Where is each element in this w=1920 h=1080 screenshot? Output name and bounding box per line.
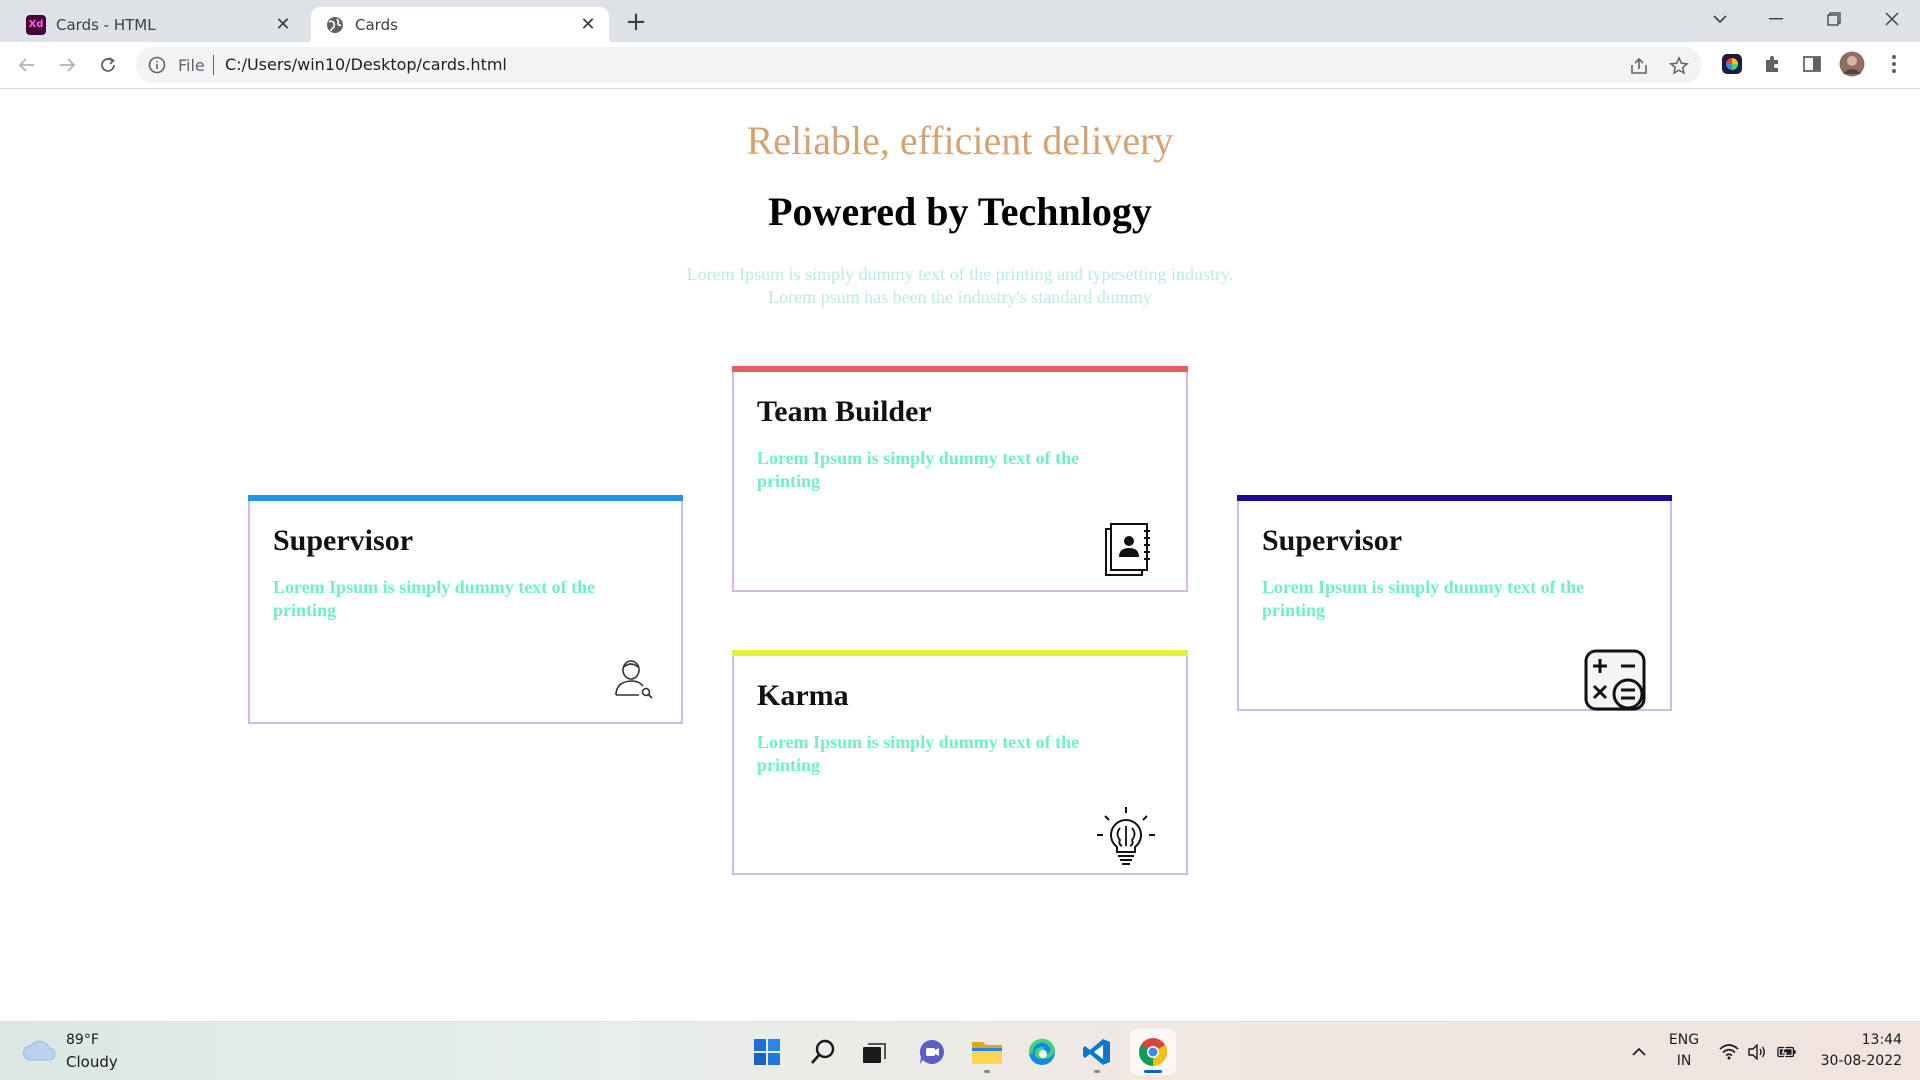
card-supervisor[interactable]: Supervisor Lorem Ipsum is simply dummy t… <box>248 495 683 724</box>
intro-line: Lorem psum has been the industry's stand… <box>768 287 1152 307</box>
idea-bulb-icon <box>1093 804 1159 874</box>
card-text: Lorem Ipsum is simply dummy text of the … <box>1262 577 1585 620</box>
close-icon[interactable]: ✕ <box>575 12 601 38</box>
cloud-icon[interactable] <box>22 1036 56 1064</box>
globe-icon <box>325 15 345 35</box>
card-accent-bar <box>732 366 1188 372</box>
back-button[interactable] <box>12 50 42 80</box>
minimize-button[interactable] <box>1748 0 1804 38</box>
search-icon[interactable] <box>800 1029 846 1075</box>
tab-cards[interactable]: Cards ✕ <box>311 7 609 42</box>
file-explorer-icon[interactable] <box>964 1029 1010 1075</box>
info-icon[interactable] <box>148 56 166 74</box>
language-indicator[interactable]: ENG <box>1664 1032 1704 1048</box>
menu-kebab-icon[interactable] <box>1880 50 1908 78</box>
windows-start-icon[interactable] <box>744 1029 790 1075</box>
profile-avatar[interactable] <box>1838 50 1866 78</box>
browser-toolbar: File C:/Users/win10/Desktop/cards.html <box>0 42 1920 89</box>
card-title: Supervisor <box>273 524 414 557</box>
active-indicator <box>1144 1070 1162 1073</box>
scheme-label: File <box>178 56 205 75</box>
divider <box>213 55 214 75</box>
close-icon[interactable]: ✕ <box>270 12 296 38</box>
clock-time[interactable]: 13:44 <box>1842 1032 1902 1048</box>
tab-cards-html[interactable]: Xd Cards - HTML ✕ <box>12 7 304 42</box>
reload-button[interactable] <box>93 50 123 80</box>
task-view-icon[interactable] <box>852 1029 898 1075</box>
tab-title: Cards - HTML <box>56 15 156 34</box>
restore-button[interactable] <box>1806 0 1862 38</box>
card-accent-bar <box>1237 495 1672 501</box>
taskbar: 89°F Cloudy ENG IN 13:44 30-08-2022 <box>0 1021 1920 1080</box>
user-search-icon <box>613 657 657 705</box>
running-indicator <box>1094 1070 1100 1073</box>
chevron-up-icon[interactable] <box>1629 1042 1649 1062</box>
contact-book-icon <box>1102 521 1152 583</box>
weather-temperature[interactable]: 89°F <box>66 1032 99 1048</box>
page-intro: Lorem Ipsum is simply dummy text of the … <box>0 263 1920 309</box>
share-icon[interactable] <box>1628 55 1650 77</box>
teams-chat-icon[interactable] <box>909 1029 955 1075</box>
vscode-icon[interactable] <box>1074 1029 1120 1075</box>
card-text: Lorem Ipsum is simply dummy text of the … <box>757 448 1080 491</box>
intro-line: Lorem Ipsum is simply dummy text of the … <box>686 264 1234 284</box>
language-region[interactable]: IN <box>1664 1053 1704 1069</box>
page-tagline: Reliable, efficient delivery <box>746 118 1174 163</box>
volume-icon[interactable] <box>1747 1042 1767 1062</box>
extension-color-icon[interactable] <box>1718 50 1746 78</box>
calculator-icon <box>1584 649 1646 715</box>
page-title: Powered by Technlogy <box>768 189 1152 234</box>
tab-strip: Xd Cards - HTML ✕ Cards ✕ + <box>0 0 1920 42</box>
card-title: Team Builder <box>757 395 932 428</box>
running-indicator <box>984 1070 990 1073</box>
card-accent-bar <box>248 495 683 501</box>
page-content: Reliable, efficient delivery Powered by … <box>0 89 1920 1021</box>
card-accent-bar <box>732 650 1188 656</box>
card-team-builder[interactable]: Team Builder Lorem Ipsum is simply dummy… <box>732 366 1188 592</box>
url-text[interactable]: C:/Users/win10/Desktop/cards.html <box>225 55 507 74</box>
card-supervisor-right[interactable]: Supervisor Lorem Ipsum is simply dummy t… <box>1237 495 1672 711</box>
card-title: Supervisor <box>1262 524 1403 557</box>
extensions-puzzle-icon[interactable] <box>1758 50 1786 78</box>
close-window-button[interactable] <box>1864 0 1920 38</box>
side-panel-icon[interactable] <box>1798 50 1826 78</box>
address-bar[interactable]: File C:/Users/win10/Desktop/cards.html <box>136 47 1702 83</box>
bookmark-star-icon[interactable] <box>1668 55 1690 77</box>
adobe-xd-icon: Xd <box>26 14 46 35</box>
card-title: Karma <box>757 679 849 712</box>
card-text: Lorem Ipsum is simply dummy text of the … <box>273 577 596 620</box>
card-karma[interactable]: Karma Lorem Ipsum is simply dummy text o… <box>732 650 1188 875</box>
chrome-icon[interactable] <box>1130 1029 1176 1075</box>
weather-condition[interactable]: Cloudy <box>66 1053 118 1071</box>
wifi-icon[interactable] <box>1719 1042 1739 1062</box>
forward-button[interactable] <box>52 50 82 80</box>
card-text: Lorem Ipsum is simply dummy text of the … <box>757 732 1080 775</box>
edge-icon[interactable] <box>1019 1029 1065 1075</box>
tab-search-chevron-icon[interactable] <box>1692 0 1748 38</box>
new-tab-button[interactable]: + <box>622 7 650 37</box>
tab-title: Cards <box>355 15 398 34</box>
battery-icon[interactable] <box>1777 1042 1797 1062</box>
clock-date[interactable]: 30-08-2022 <box>1812 1053 1902 1069</box>
